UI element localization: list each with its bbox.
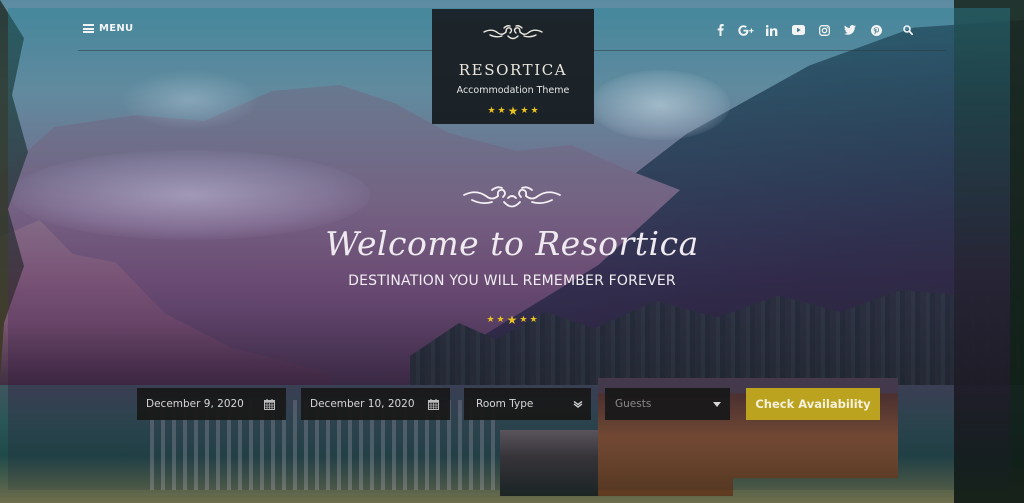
site-logo[interactable]: RESORTICA Accommodation Theme ★ ★ ★ ★ ★ bbox=[432, 9, 594, 124]
logo-subtitle: Accommodation Theme bbox=[456, 85, 570, 96]
calendar-icon[interactable] bbox=[262, 397, 276, 411]
check-in-value: December 9, 2020 bbox=[146, 398, 244, 410]
star-icon: ★ bbox=[530, 105, 539, 116]
check-in-date-field[interactable]: December 9, 2020 bbox=[137, 388, 286, 420]
double-chevron-down-icon bbox=[571, 397, 585, 411]
star-icon: ★ bbox=[507, 104, 519, 118]
star-icon: ★ bbox=[506, 313, 518, 327]
header-divider-left bbox=[78, 50, 432, 51]
google-plus-icon[interactable] bbox=[733, 21, 759, 39]
social-links bbox=[707, 21, 921, 39]
check-out-date-field[interactable]: December 10, 2020 bbox=[301, 388, 450, 420]
twitter-icon[interactable] bbox=[837, 21, 863, 39]
check-out-value: December 10, 2020 bbox=[310, 398, 415, 410]
pinterest-icon[interactable] bbox=[863, 21, 889, 39]
check-availability-button[interactable]: Check Availability bbox=[746, 388, 880, 420]
star-icon: ★ bbox=[519, 314, 528, 325]
linkedin-icon[interactable] bbox=[759, 21, 785, 39]
room-type-select[interactable]: Room Type bbox=[464, 388, 591, 420]
facebook-icon[interactable] bbox=[707, 21, 733, 39]
calendar-icon[interactable] bbox=[426, 397, 440, 411]
menu-label: MENU bbox=[99, 23, 134, 34]
hamburger-icon bbox=[83, 24, 94, 33]
instagram-icon[interactable] bbox=[811, 21, 837, 39]
hero-rating-stars: ★ ★ ★ ★ ★ bbox=[0, 314, 1024, 326]
star-icon: ★ bbox=[497, 105, 506, 116]
room-type-value: Room Type bbox=[476, 398, 534, 410]
search-icon[interactable] bbox=[895, 21, 921, 39]
hero-subtitle: DESTINATION YOU WILL REMEMBER FOREVER bbox=[348, 273, 676, 289]
star-icon: ★ bbox=[486, 314, 495, 325]
star-icon: ★ bbox=[496, 314, 505, 325]
logo-rating-stars: ★ ★ ★ ★ ★ bbox=[432, 105, 594, 117]
logo-title: RESORTICA bbox=[458, 61, 568, 79]
caret-down-icon bbox=[710, 397, 724, 411]
header-divider-right bbox=[594, 50, 946, 51]
star-icon: ★ bbox=[520, 105, 529, 116]
menu-button[interactable]: MENU bbox=[83, 23, 133, 34]
youtube-icon[interactable] bbox=[785, 21, 811, 39]
ornament-icon bbox=[483, 25, 543, 40]
guests-select[interactable]: Guests bbox=[605, 388, 730, 420]
hero-title: Welcome to Resortica bbox=[325, 224, 699, 263]
star-icon: ★ bbox=[487, 105, 496, 116]
star-icon: ★ bbox=[529, 314, 538, 325]
hero-ornament-icon bbox=[463, 186, 561, 208]
guests-placeholder: Guests bbox=[615, 398, 652, 410]
